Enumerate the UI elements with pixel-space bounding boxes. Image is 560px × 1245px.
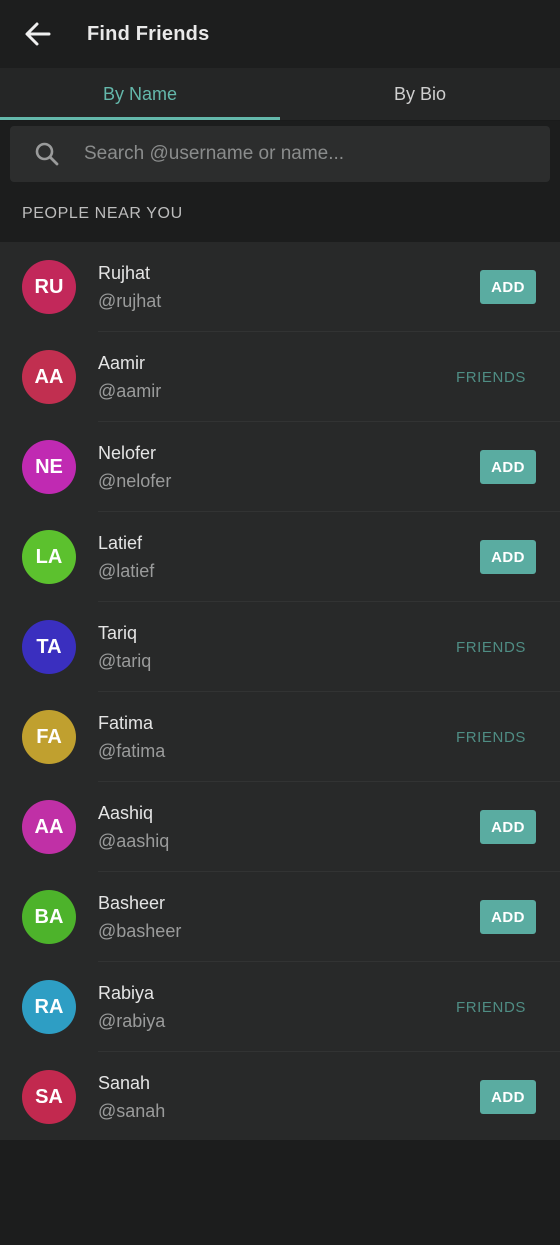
person-handle: @fatima [98, 741, 166, 761]
person-info: Fatima @fatima [98, 712, 456, 762]
person-name: Tariq [98, 623, 138, 643]
avatar: LA [22, 530, 76, 584]
avatar: FA [22, 710, 76, 764]
back-button[interactable] [0, 0, 76, 68]
friends-status-label: FRIENDS [455, 728, 526, 746]
avatar: AA [22, 350, 76, 404]
person-name: Rabiya [98, 983, 155, 1003]
tab-by-bio[interactable]: By Bio [280, 68, 560, 120]
add-friend-button[interactable]: ADD [480, 540, 536, 574]
section-title: PEOPLE NEAR YOU [22, 205, 183, 222]
avatar: NE [22, 440, 76, 494]
person-name: Nelofer [98, 443, 157, 463]
avatar: RU [22, 260, 76, 314]
list-item[interactable]: NE Nelofer @nelofer ADD [0, 422, 560, 512]
app-bar: Find Friends [0, 0, 560, 68]
friends-status-label: FRIENDS [455, 998, 526, 1016]
person-info: Aashiq @aashiq [98, 802, 480, 852]
person-handle: @rabiya [98, 1011, 166, 1031]
person-handle: @aamir [98, 381, 162, 401]
person-info: Sanah @sanah [98, 1072, 480, 1122]
list-item[interactable]: LA Latief @latief ADD [0, 512, 560, 602]
arrow-left-icon [25, 22, 51, 46]
person-info: Tariq @tariq [98, 622, 456, 672]
search-bar [10, 126, 550, 182]
person-name: Aashiq [98, 803, 154, 823]
people-list: RU Rujhat @rujhat ADD AA Aamir @aamir FRIENDS NE… [0, 242, 560, 1142]
add-friend-button[interactable]: ADD [480, 450, 536, 484]
person-handle: @aashiq [98, 831, 170, 851]
list-item[interactable]: SA Sanah @sanah ADD [0, 1052, 560, 1142]
friends-status-label: FRIENDS [455, 638, 526, 656]
person-info: Latief @latief [98, 532, 480, 582]
person-handle: @nelofer [98, 471, 172, 491]
person-name: Aamir [98, 353, 146, 373]
person-handle: @sanah [98, 1101, 166, 1121]
tab-by-name[interactable]: By Name [0, 68, 280, 120]
person-name: Basheer [98, 893, 166, 913]
tab-bar: By Name By Bio [0, 68, 560, 120]
friends-status-label: FRIENDS [455, 368, 526, 386]
person-handle: @rujhat [98, 291, 162, 311]
empty-area [0, 1140, 560, 1245]
list-item[interactable]: RU Rujhat @rujhat ADD [0, 242, 560, 332]
avatar: TA [22, 620, 76, 674]
avatar: AA [22, 800, 76, 854]
person-info: Rujhat @rujhat [98, 262, 480, 312]
list-item[interactable]: AA Aamir @aamir FRIENDS [0, 332, 560, 422]
person-info: Aamir @aamir [98, 352, 456, 402]
add-friend-button[interactable]: ADD [480, 810, 536, 844]
person-handle: @basheer [98, 921, 182, 941]
person-handle: @tariq [98, 651, 152, 671]
add-friend-button[interactable]: ADD [480, 900, 536, 934]
search-input[interactable] [84, 126, 550, 182]
list-item[interactable]: AA Aashiq @aashiq ADD [0, 782, 560, 872]
list-item[interactable]: TA Tariq @tariq FRIENDS [0, 602, 560, 692]
person-name: Sanah [98, 1073, 151, 1093]
search-icon [10, 126, 84, 182]
avatar: RA [22, 980, 76, 1034]
person-name: Fatima [98, 713, 154, 733]
add-friend-button[interactable]: ADD [480, 270, 536, 304]
person-info: Nelofer @nelofer [98, 442, 480, 492]
person-info: Rabiya @rabiya [98, 982, 456, 1032]
person-name: Latief [98, 533, 143, 553]
person-name: Rujhat [98, 263, 151, 283]
person-info: Basheer @basheer [98, 892, 480, 942]
list-item[interactable]: RA Rabiya @rabiya FRIENDS [0, 962, 560, 1052]
page-title: Find Friends [87, 22, 210, 45]
avatar: SA [22, 1070, 76, 1124]
avatar: BA [22, 890, 76, 944]
list-item[interactable]: FA Fatima @fatima FRIENDS [0, 692, 560, 782]
person-handle: @latief [98, 561, 155, 581]
list-item[interactable]: BA Basheer @basheer ADD [0, 872, 560, 962]
add-friend-button[interactable]: ADD [480, 1080, 536, 1114]
